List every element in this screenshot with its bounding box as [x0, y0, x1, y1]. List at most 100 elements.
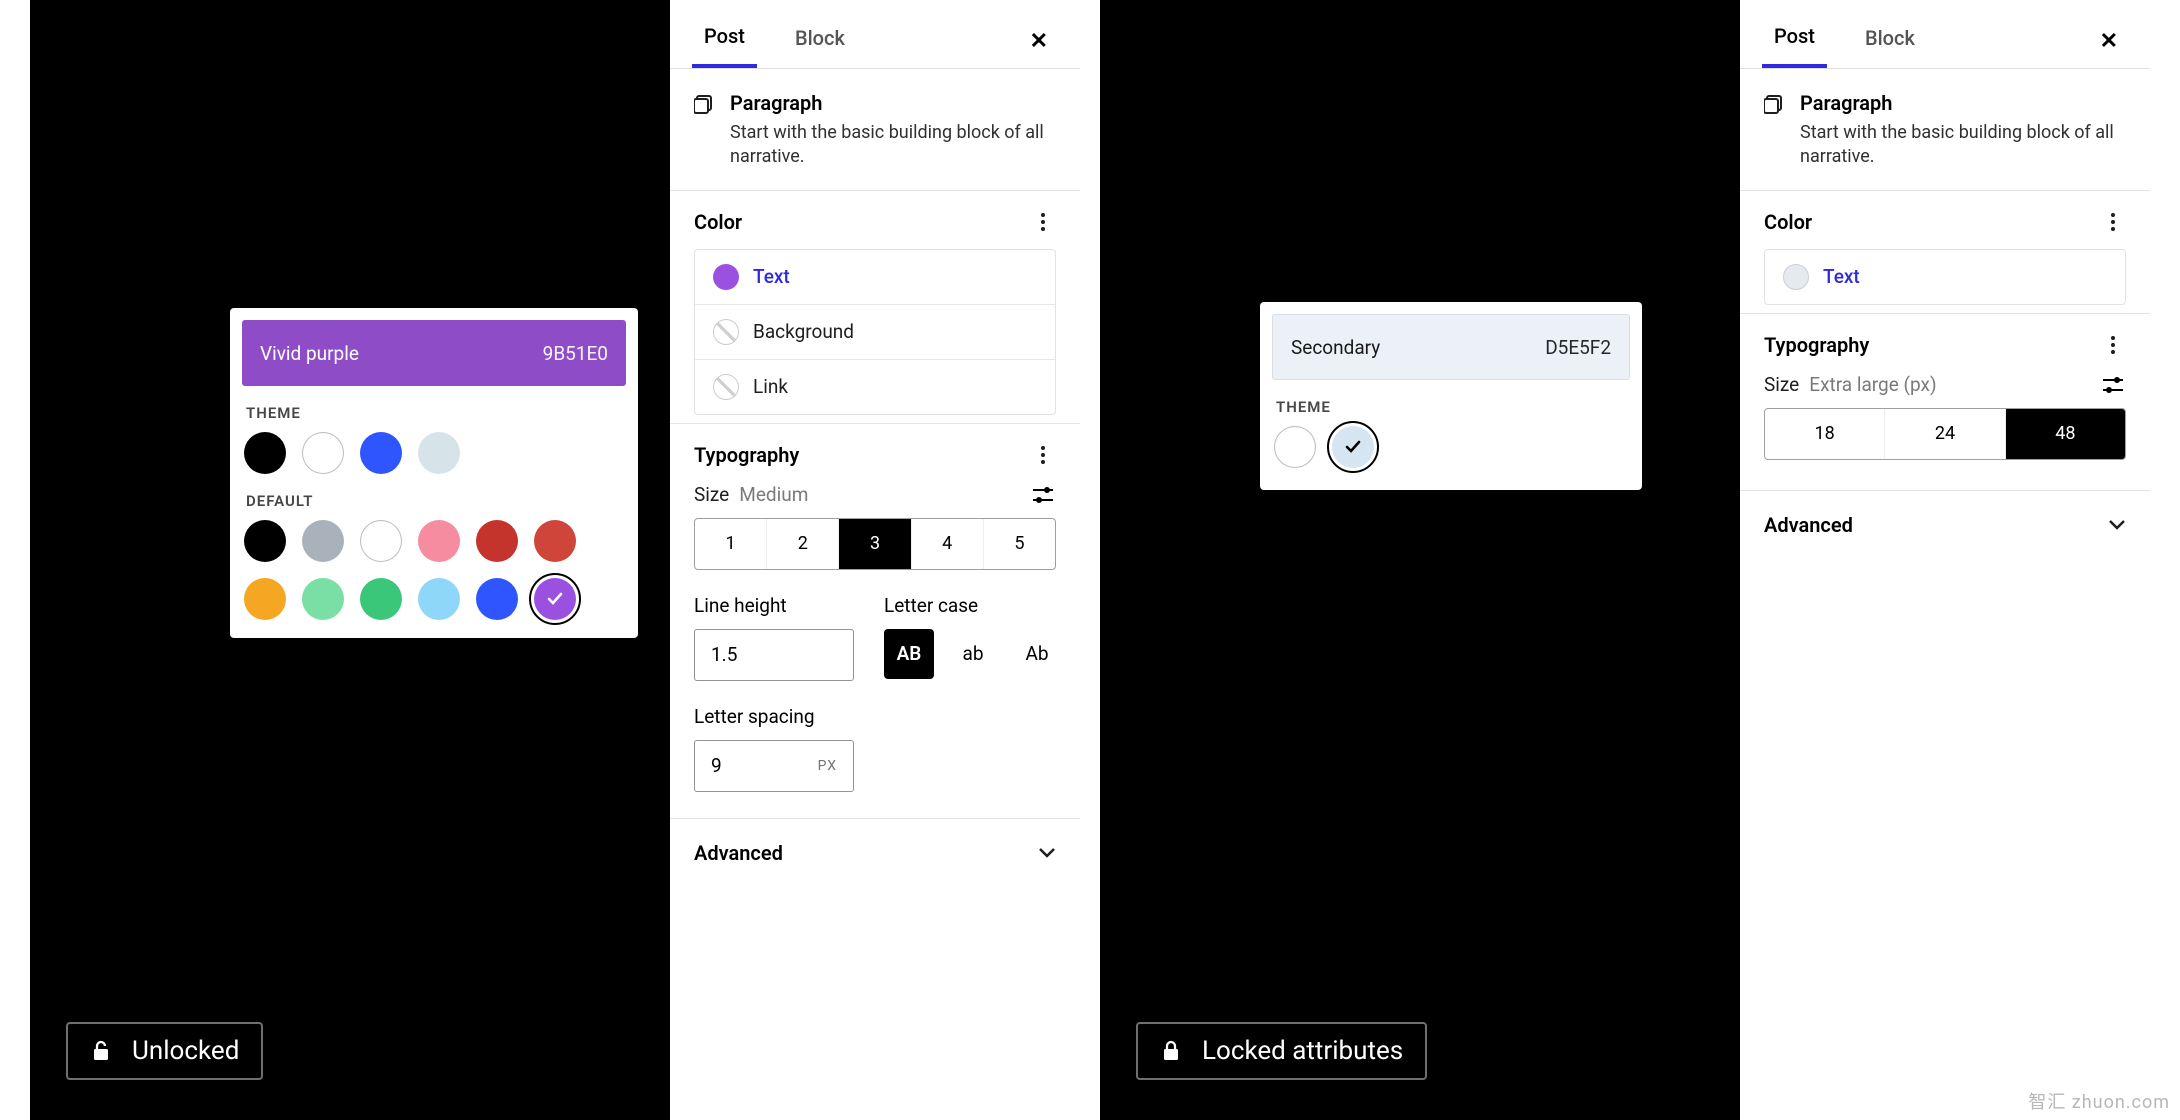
color-swatch: [713, 374, 739, 400]
editor-canvas-right[interactable]: Secondary D5E5F2 THEME Locked attributes: [1100, 0, 1740, 1120]
color-swatch[interactable]: [244, 578, 286, 620]
unlock-icon: [90, 1039, 114, 1063]
color-swatch[interactable]: [244, 432, 286, 474]
block-description: Start with the basic building block of a…: [730, 121, 1056, 170]
typography-options-menu-icon[interactable]: [2100, 332, 2126, 358]
block-title: Paragraph: [1800, 91, 2126, 115]
color-picker-popover: Vivid purple 9B51E0 THEME DEFAULT: [230, 308, 638, 638]
paragraph-block-icon: [694, 93, 730, 117]
letter-case-option[interactable]: AB: [884, 629, 934, 679]
lock-state-label: Locked attributes: [1202, 1036, 1403, 1066]
tab-post[interactable]: Post: [1762, 14, 1827, 68]
letter-case-group[interactable]: AB ab Ab: [884, 629, 1062, 679]
size-value: Medium: [739, 483, 808, 506]
color-options-menu-icon[interactable]: [2100, 209, 2126, 235]
size-presets[interactable]: 12345: [694, 518, 1056, 570]
color-swatch[interactable]: [418, 578, 460, 620]
size-preset-option[interactable]: 1: [695, 519, 767, 569]
advanced-toggle[interactable]: Advanced: [670, 819, 1080, 887]
color-swatch[interactable]: [302, 432, 344, 474]
size-label: Size: [694, 483, 729, 506]
color-target-label: Link: [753, 375, 788, 398]
check-icon: [1332, 426, 1374, 468]
theme-group-label: THEME: [1276, 398, 1626, 416]
color-target-label: Text: [1823, 265, 1860, 288]
tab-block[interactable]: Block: [783, 16, 857, 66]
close-icon[interactable]: ✕: [2090, 19, 2128, 64]
lock-state-badge[interactable]: Locked attributes: [1136, 1022, 1427, 1080]
block-title: Paragraph: [730, 91, 1056, 115]
color-target-row[interactable]: Text: [695, 250, 1055, 305]
color-rows: TextBackground Link: [694, 249, 1056, 415]
default-group-label: DEFAULT: [246, 492, 622, 510]
letter-case-option[interactable]: ab: [948, 629, 998, 679]
inspector-sidebar-left: Post Block ✕ Paragraph Start with the ba…: [670, 0, 1080, 1120]
tab-block[interactable]: Block: [1853, 16, 1927, 66]
color-swatch[interactable]: [302, 520, 344, 562]
advanced-toggle[interactable]: Advanced: [1740, 491, 2150, 559]
color-swatch[interactable]: [476, 520, 518, 562]
color-swatch: [713, 319, 739, 345]
block-description: Start with the basic building block of a…: [1800, 121, 2126, 170]
color-swatch[interactable]: [244, 520, 286, 562]
watermark: 智汇 zhuon.com: [2028, 1088, 2170, 1114]
default-swatches: [244, 520, 626, 620]
editor-canvas-left[interactable]: Vivid purple 9B51E0 THEME DEFAULT Unlock…: [30, 0, 670, 1120]
advanced-label: Advanced: [1764, 513, 2108, 537]
custom-size-icon[interactable]: [2100, 372, 2126, 398]
theme-swatches: [244, 432, 626, 474]
color-swatch: [1783, 264, 1809, 290]
paragraph-block-icon: [1764, 93, 1800, 117]
color-hex: 9B51E0: [543, 342, 608, 365]
line-height-input[interactable]: 1.5: [694, 629, 854, 681]
inspector-sidebar-right: Post Block ✕ Paragraph Start with the ba…: [1740, 0, 2150, 1120]
lock-state-label: Unlocked: [132, 1036, 239, 1066]
color-swatch[interactable]: [1274, 426, 1316, 468]
color-swatch[interactable]: [360, 432, 402, 474]
color-swatch[interactable]: [534, 520, 576, 562]
color-swatch[interactable]: [534, 578, 576, 620]
color-swatch[interactable]: [418, 520, 460, 562]
tab-post[interactable]: Post: [692, 14, 757, 68]
color-name: Vivid purple: [260, 342, 359, 365]
advanced-label: Advanced: [694, 841, 1038, 865]
line-height-label: Line height: [694, 594, 854, 617]
lock-state-badge[interactable]: Unlocked: [66, 1022, 263, 1080]
color-swatch[interactable]: [360, 520, 402, 562]
typography-section-heading: Typography: [1764, 333, 2100, 357]
close-icon[interactable]: ✕: [1020, 19, 1058, 64]
size-preset-option[interactable]: 48: [2006, 409, 2125, 459]
size-label: Size: [1764, 373, 1799, 396]
theme-swatches: [1274, 426, 1630, 468]
color-options-menu-icon[interactable]: [1030, 209, 1056, 235]
typography-options-menu-icon[interactable]: [1030, 442, 1056, 468]
size-preset-option[interactable]: 2: [767, 519, 839, 569]
colorpicker-header: Vivid purple 9B51E0: [242, 320, 626, 386]
size-preset-option[interactable]: 4: [912, 519, 984, 569]
size-preset-option[interactable]: 3: [839, 519, 911, 569]
color-swatch[interactable]: [418, 432, 460, 474]
chevron-down-icon: [1038, 844, 1056, 862]
color-swatch[interactable]: [360, 578, 402, 620]
letter-case-option[interactable]: Ab: [1012, 629, 1062, 679]
custom-size-icon[interactable]: [1030, 482, 1056, 508]
lock-icon: [1160, 1039, 1184, 1063]
color-swatch[interactable]: [1332, 426, 1374, 468]
typography-section-heading: Typography: [694, 443, 1030, 467]
size-preset-option[interactable]: 5: [984, 519, 1055, 569]
color-target-row[interactable]: Link: [695, 360, 1055, 414]
size-preset-option[interactable]: 18: [1765, 409, 1885, 459]
size-presets[interactable]: 182448: [1764, 408, 2126, 460]
size-value: Extra large (px): [1809, 373, 1936, 396]
color-picker-popover: Secondary D5E5F2 THEME: [1260, 302, 1642, 490]
check-icon: [534, 578, 576, 620]
size-preset-option[interactable]: 24: [1885, 409, 2005, 459]
letter-spacing-input[interactable]: 9 PX: [694, 740, 854, 792]
color-name: Secondary: [1291, 336, 1380, 359]
color-section-heading: Color: [694, 210, 1030, 234]
color-swatch[interactable]: [302, 578, 344, 620]
colorpicker-header: Secondary D5E5F2: [1272, 314, 1630, 380]
color-target-row[interactable]: Text: [1765, 250, 2125, 304]
color-swatch[interactable]: [476, 578, 518, 620]
color-target-row[interactable]: Background: [695, 305, 1055, 360]
